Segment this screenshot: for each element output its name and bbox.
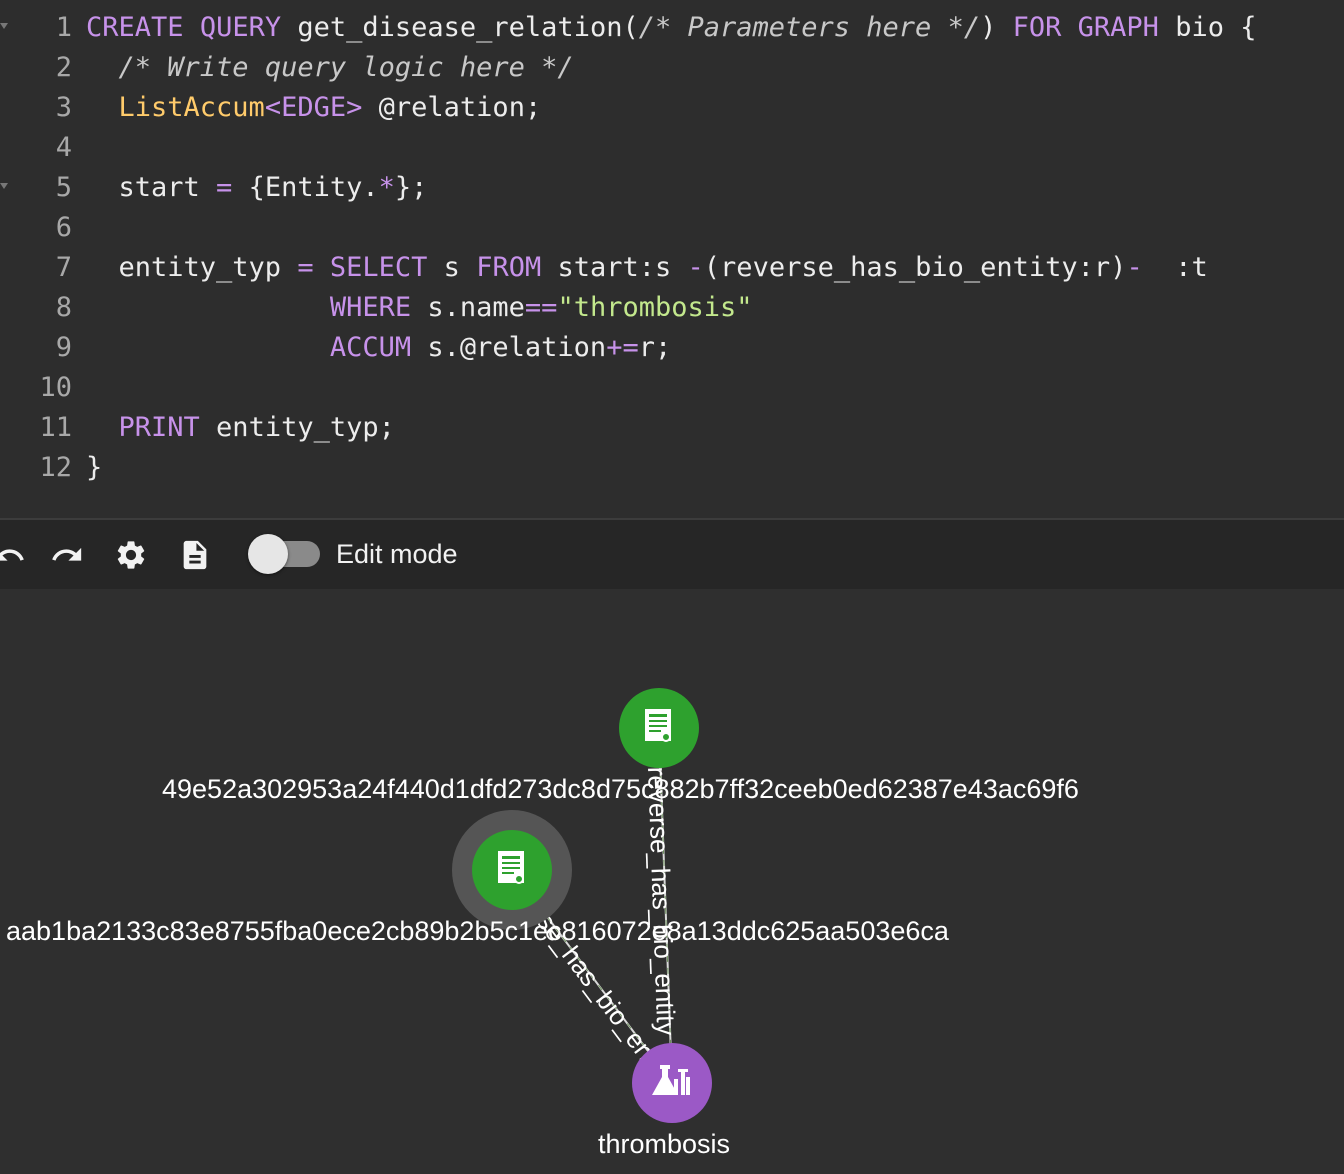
code-text: PRINT entity_typ; <box>118 412 395 443</box>
line-number: 10 <box>39 372 72 403</box>
code-text: start = {Entity.*}; <box>86 172 428 203</box>
edit-mode-toggle[interactable] <box>248 534 320 574</box>
code-line[interactable]: 3 ListAccum<EDGE> @relation; <box>0 88 1344 128</box>
node-label-entity: thrombosis <box>598 1129 731 1159</box>
line-number: 2 <box>55 52 72 83</box>
query-editor[interactable]: 1 CREATE QUERY get_disease_relation(/* Pa… <box>0 0 1344 518</box>
code-line[interactable]: 7 entity_typ = SELECT s FROM start:s -(r… <box>0 248 1344 288</box>
document-icon[interactable] <box>178 538 212 572</box>
toggle-knob <box>248 534 288 574</box>
code-text: WHERE s.name=="thrombosis" <box>329 292 753 323</box>
node-doc1[interactable] <box>619 688 699 768</box>
line-number: 1 <box>55 12 72 43</box>
node-label-doc2: aab1ba2133c83e8755fba0ece2cb89b2b5c1ec81… <box>6 916 949 946</box>
node-entity[interactable] <box>632 1043 712 1123</box>
document-node-icon <box>645 709 671 742</box>
code-text: CREATE QUERY get_disease_relation(/* Par… <box>86 12 1257 43</box>
edge-label: reverse_has_bio_entity <box>642 766 681 1036</box>
line-number: 3 <box>55 92 72 123</box>
graph-toolbar <box>0 520 1344 589</box>
code-line[interactable]: 9 ACCUM s.@relation+=r; <box>0 328 1344 368</box>
code-line[interactable]: 12} <box>0 448 1344 488</box>
code-line[interactable]: 5 start = {Entity.*}; <box>0 168 1344 208</box>
code-text: ListAccum<EDGE> @relation; <box>118 92 542 123</box>
line-number: 9 <box>55 332 72 363</box>
code-line[interactable]: 4 <box>0 128 1344 168</box>
line-number: 6 <box>55 212 72 243</box>
document-node-icon <box>498 851 524 884</box>
code-line[interactable]: 2 /* Write query logic here */ <box>0 48 1344 88</box>
code-text: } <box>86 452 103 483</box>
line-number: 5 <box>55 172 72 203</box>
undo-icon[interactable] <box>0 538 26 572</box>
line-number: 4 <box>55 132 72 163</box>
graph-svg: reverse_has_bio_entity reverse_has_bio_e… <box>452 688 712 1123</box>
node-doc2[interactable] <box>472 830 552 910</box>
line-number: 8 <box>55 292 72 323</box>
code-line[interactable]: 1 CREATE QUERY get_disease_relation(/* Pa… <box>0 8 1344 48</box>
node-label-doc1: 49e52a302953a24f440d1dfd273dc8d75c882b7f… <box>162 774 1079 804</box>
code-text: ACCUM s.@relation+=r; <box>329 332 672 363</box>
edit-mode-label: Edit mode <box>336 539 458 569</box>
code-text: /* Write query logic here */ <box>118 52 574 83</box>
graph-canvas[interactable]: reverse_has_bio_entity reverse_has_bio_e… <box>0 589 1344 1174</box>
code-text: entity_typ = SELECT s FROM start:s -(rev… <box>86 252 1208 283</box>
code-line[interactable]: 10 <box>0 368 1344 408</box>
code-line[interactable]: 11 PRINT entity_typ; <box>0 408 1344 448</box>
code-line[interactable]: 8 WHERE s.name=="thrombosis" <box>0 288 1344 328</box>
gear-icon[interactable] <box>114 538 148 572</box>
line-number: 12 <box>39 452 72 483</box>
redo-icon[interactable] <box>50 538 84 572</box>
code-line[interactable]: 6 <box>0 208 1344 248</box>
line-number: 11 <box>39 412 72 443</box>
line-number: 7 <box>55 252 72 283</box>
